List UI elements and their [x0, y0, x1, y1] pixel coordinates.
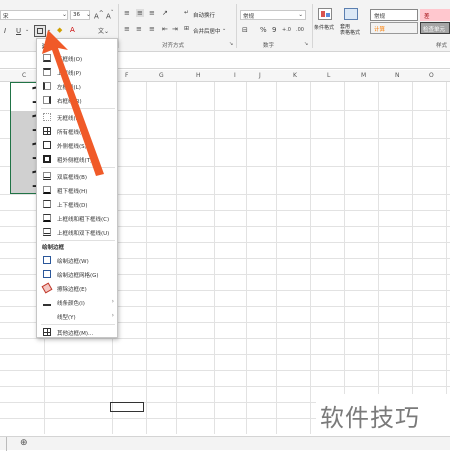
menu-item-label: 上框线和粗下框线(C) — [57, 217, 110, 223]
style-bad[interactable]: 差 — [420, 9, 450, 21]
underline-button[interactable]: U — [16, 27, 21, 35]
menu-item-line-color[interactable]: 线条颜色(I) › — [37, 295, 119, 309]
increase-font-icon[interactable]: A^ — [94, 11, 104, 20]
align-center-icon[interactable]: ≡ — [136, 25, 142, 33]
col-header-i[interactable]: I — [234, 72, 236, 79]
percent-button[interactable]: % — [260, 26, 267, 34]
menu-item-label: 线型(Y) — [57, 315, 76, 321]
wrap-text-icon[interactable]: ↵ — [184, 9, 189, 16]
number-format-value: 常规 — [243, 14, 255, 20]
col-header-j[interactable]: J — [259, 72, 261, 79]
decrease-decimal-button[interactable]: .00 — [296, 27, 304, 33]
pencil-grid-icon — [43, 270, 51, 278]
top-bottom-border-icon — [43, 200, 51, 208]
decrease-indent-icon[interactable]: ⇤ — [162, 25, 168, 33]
watermark: 软件技巧 — [316, 394, 450, 436]
conditional-format-button[interactable]: 条件格式 — [314, 24, 334, 31]
add-sheet-icon[interactable]: ⊕ — [20, 438, 28, 448]
number-format-box[interactable]: 常规 ⌄ — [240, 10, 306, 20]
menu-item-label: 擦除边框(E) — [57, 287, 87, 293]
table-format-button[interactable]: 套用 表格格式 — [340, 24, 360, 36]
align-middle-icon[interactable]: ≡ — [136, 9, 144, 17]
menu-item-erase-border[interactable]: 擦除边框(E) — [37, 281, 119, 295]
font-size-value: 36 — [73, 12, 80, 18]
annotation-arrow-icon — [42, 30, 104, 176]
watermark-text: 软件技巧 — [320, 404, 420, 432]
style-normal-label: 常规 — [374, 14, 386, 20]
merge-center-icon[interactable]: ⊞ — [184, 25, 189, 32]
menu-item-draw-border-grid[interactable]: 绘制边框网格(G) — [37, 267, 119, 281]
col-header-m[interactable]: M — [361, 72, 366, 79]
orientation-icon[interactable]: ↗ — [162, 9, 168, 17]
conditional-format-icon[interactable] — [318, 8, 332, 20]
col-header-l[interactable]: L — [327, 72, 330, 79]
menu-item-top-thick-bottom-border[interactable]: 上框线和粗下框线(C) — [37, 211, 119, 225]
comma-style-button[interactable]: 9 — [272, 26, 276, 34]
col-header-o[interactable]: O — [429, 72, 434, 79]
chevron-right-icon: › — [111, 298, 114, 305]
eraser-icon — [41, 282, 53, 294]
menu-item-top-bottom-border[interactable]: 上下框线(D) — [37, 197, 119, 211]
menu-item-line-style[interactable]: 线型(Y) › — [37, 309, 119, 323]
col-header-h[interactable]: H — [196, 72, 201, 79]
col-header-k[interactable]: K — [293, 72, 297, 79]
style-calc-label: 计算 — [374, 27, 386, 33]
number-launcher-icon[interactable]: ↘ — [304, 41, 308, 47]
style-check[interactable]: 检查单元 — [420, 22, 450, 34]
align-right-icon[interactable]: ≡ — [149, 25, 155, 33]
menu-item-label: 上框线和双下框线(U) — [57, 231, 110, 237]
decrease-font-icon[interactable]: Aˇ — [106, 11, 114, 20]
align-top-icon[interactable]: ≡ — [124, 9, 130, 17]
style-calc[interactable]: 计算 — [370, 22, 418, 34]
top-thick-bottom-border-icon — [43, 214, 51, 222]
menu-section-draw-borders: 绘制边框 — [42, 245, 65, 251]
active-cell-outline[interactable] — [110, 402, 144, 412]
tab-strip-divider — [6, 437, 7, 451]
sheet-tab-bar: ⊕ — [0, 436, 450, 451]
align-left-icon[interactable]: ≡ — [124, 25, 130, 33]
style-bad-label: 差 — [424, 14, 430, 20]
menu-item-label: 上下框线(D) — [57, 203, 88, 209]
style-check-label: 检查单元 — [423, 27, 446, 33]
font-name-box[interactable]: 宋 — [0, 10, 68, 20]
style-normal[interactable]: 常规 — [370, 9, 418, 21]
merge-dropdown-icon[interactable]: ⌄ — [222, 26, 226, 32]
increase-indent-icon[interactable]: ⇥ — [172, 25, 178, 33]
pencil-icon — [43, 256, 51, 264]
align-bottom-icon[interactable]: ≡ — [149, 9, 155, 17]
thick-bottom-border-icon — [43, 186, 51, 194]
menu-item-label: 其他边框(M)... — [57, 331, 94, 337]
font-name-value: 宋 — [3, 14, 9, 20]
menu-item-label: 线条颜色(I) — [57, 301, 85, 307]
font-name-dropdown-icon[interactable]: ⌄ — [62, 11, 67, 18]
top-double-bottom-border-icon — [43, 228, 51, 236]
accounting-format-icon[interactable]: ⊟ — [242, 26, 248, 34]
increase-decimal-button[interactable]: +.0 — [282, 27, 291, 33]
more-borders-icon — [43, 328, 51, 336]
merge-center-button[interactable]: 合并后居中 — [193, 27, 221, 35]
italic-button[interactable]: I — [4, 27, 6, 35]
menu-item-label: 绘制边框(W) — [57, 259, 89, 265]
wrap-text-button[interactable]: 自动换行 — [193, 11, 215, 19]
font-size-dropdown-icon[interactable]: ⌄ — [86, 11, 91, 18]
col-header-g[interactable]: G — [159, 72, 164, 79]
alignment-launcher-icon[interactable]: ↘ — [229, 41, 233, 47]
line-color-icon — [43, 298, 51, 306]
number-group-label: 数字 — [263, 43, 275, 49]
underline-dropdown-icon[interactable]: ⌄ — [25, 27, 29, 33]
chevron-right-icon: › — [111, 312, 114, 319]
menu-item-more-borders[interactable]: 其他边框(M)... — [37, 325, 119, 339]
table-format-icon[interactable] — [344, 8, 358, 20]
col-header-n[interactable]: N — [395, 72, 400, 79]
style-group-label: 样式 — [436, 43, 448, 49]
menu-item-thick-bottom-border[interactable]: 粗下框线(H) — [37, 183, 119, 197]
col-header-f[interactable]: F — [125, 72, 128, 79]
number-format-dropdown-icon[interactable]: ⌄ — [298, 12, 303, 18]
col-header-c[interactable]: C — [22, 72, 26, 79]
menu-item-label: 绘制边框网格(G) — [57, 273, 99, 279]
menu-item-top-double-bottom-border[interactable]: 上框线和双下框线(U) — [37, 225, 119, 239]
menu-item-label: 粗下框线(H) — [57, 189, 88, 195]
alignment-group-label: 对齐方式 — [162, 43, 185, 49]
menu-item-draw-border[interactable]: 绘制边框(W) — [37, 253, 119, 267]
